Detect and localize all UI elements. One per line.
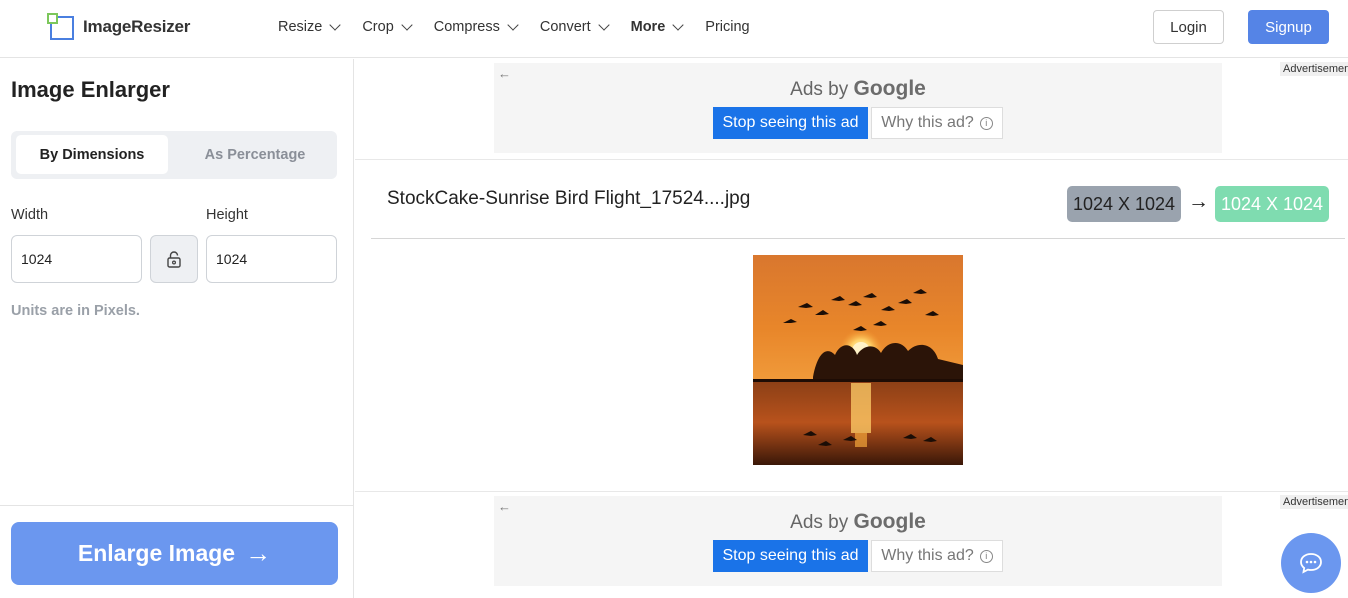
enlarge-image-label: Enlarge Image [77, 540, 236, 566]
main-nav: Resize Crop Compress Convert More Pricin… [278, 0, 773, 54]
height-label: Height [206, 207, 248, 223]
nav-convert[interactable]: Convert [539, 19, 610, 35]
file-name: StockCake-Sunrise Bird Flight_17524....j… [387, 188, 751, 209]
nav-more-label: More [630, 19, 666, 35]
image-preview [753, 255, 963, 465]
page-title: Image Enlarger [11, 77, 170, 102]
nav-resize[interactable]: Resize [278, 19, 341, 35]
chevron-down-icon [329, 19, 341, 31]
nav-crop-label: Crop [362, 19, 394, 35]
brand-logo[interactable]: ImageResizer [47, 13, 190, 41]
ad-banner-top: ← Ads by Google Stop seeing this ad Why … [494, 63, 1222, 153]
height-field[interactable]: 1024 [206, 235, 337, 283]
nav-more[interactable]: More [630, 19, 684, 35]
top-header: ImageResizer Resize Crop Compress Conver… [0, 0, 1348, 58]
google-label: Google [853, 510, 926, 533]
divider [371, 238, 1345, 239]
why-this-ad-label: Why this ad? [881, 114, 974, 131]
info-icon: i [979, 116, 993, 130]
chat-button[interactable] [1281, 533, 1341, 593]
tool-panel: Image Enlarger By Dimensions As Percenta… [0, 59, 354, 598]
tab-by-dimensions[interactable]: By Dimensions [16, 135, 168, 174]
signup-button[interactable]: Signup [1248, 10, 1329, 44]
lock-icon [167, 250, 181, 268]
logo-icon [47, 13, 75, 41]
divider [355, 491, 1348, 492]
ad-banner-bottom: ← Ads by Google Stop seeing this ad Why … [494, 496, 1222, 586]
units-note: Units are in Pixels. [11, 303, 140, 319]
nav-crop[interactable]: Crop [362, 19, 413, 35]
width-field[interactable]: 1024 [11, 235, 142, 283]
ads-by-label: Ads by [790, 512, 849, 533]
nav-pricing[interactable]: Pricing [705, 19, 749, 35]
why-this-ad-button[interactable]: Why this ad? i [871, 107, 1003, 139]
brand-name: ImageResizer [83, 17, 191, 36]
width-label: Width [11, 207, 49, 223]
chat-bubble-icon [1300, 553, 1322, 574]
why-this-ad-label: Why this ad? [881, 547, 974, 564]
nav-resize-label: Resize [278, 19, 323, 35]
chevron-down-icon [401, 19, 413, 31]
chevron-down-icon [507, 19, 519, 31]
stop-seeing-ad-button[interactable]: Stop seeing this ad [713, 540, 868, 572]
divider [355, 159, 1348, 160]
nav-pricing-label: Pricing [705, 19, 750, 35]
arrow-right-icon: → [245, 538, 272, 568]
chevron-down-icon [597, 19, 610, 31]
nav-compress-label: Compress [433, 19, 500, 35]
ads-by-google: Ads by Google [494, 510, 1222, 534]
original-dimensions-badge: 1024 X 1024 [1067, 186, 1181, 222]
sunset-birds-image [753, 255, 963, 465]
why-this-ad-button[interactable]: Why this ad? i [871, 540, 1003, 572]
ads-by-google: Ads by Google [494, 77, 1222, 101]
chevron-down-icon [672, 19, 684, 31]
enlarge-image-button[interactable]: Enlarge Image → [11, 522, 338, 585]
mode-tabs: By Dimensions As Percentage [11, 131, 337, 179]
advertisement-tag: Advertisement [1280, 62, 1348, 76]
ads-by-label: Ads by [790, 79, 849, 100]
nav-compress[interactable]: Compress [433, 19, 519, 35]
aspect-lock-button[interactable] [150, 235, 198, 283]
login-button[interactable]: Login [1153, 10, 1224, 44]
info-icon: i [979, 549, 993, 563]
nav-convert-label: Convert [539, 19, 591, 35]
stop-seeing-ad-button[interactable]: Stop seeing this ad [713, 107, 868, 139]
google-label: Google [853, 77, 926, 100]
advertisement-tag: Advertisement [1280, 495, 1348, 509]
new-dimensions-badge: 1024 X 1024 [1215, 186, 1329, 222]
tab-as-percentage[interactable]: As Percentage [178, 135, 332, 174]
arrow-right-icon: → [1188, 190, 1209, 213]
